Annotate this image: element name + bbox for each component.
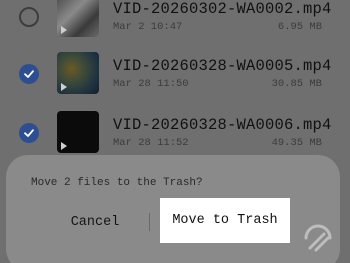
button-divider: [149, 213, 150, 231]
gadgets-logo-icon: [304, 224, 332, 252]
file-date: Mar 28 11:50: [113, 78, 189, 90]
move-to-trash-button[interactable]: Move to Trash: [160, 198, 290, 243]
video-thumbnail: [57, 111, 99, 153]
trash-confirmation-screen: VID-20260302-WA0002.mp4 Mar 2 10:47 6.95…: [0, 0, 350, 263]
file-row[interactable]: VID-20260328-WA0005.mp4 Mar 28 11:50 30.…: [0, 49, 350, 97]
file-size: 49.35 MB: [271, 137, 322, 149]
video-thumbnail: [57, 0, 99, 37]
file-name: VID-20260328-WA0005.mp4: [113, 57, 332, 75]
play-icon: [61, 26, 67, 34]
play-icon: [61, 83, 67, 91]
trash-confirm-dialog: Move 2 files to the Trash? Cancel Move t…: [6, 155, 340, 263]
dialog-message: Move 2 files to the Trash?: [31, 177, 203, 189]
file-size: 6.95 MB: [277, 21, 322, 33]
file-date: Mar 28 11:52: [113, 137, 189, 149]
file-name: VID-20260328-WA0006.mp4: [113, 116, 332, 134]
check-circle-icon[interactable]: [19, 123, 39, 143]
file-row[interactable]: VID-20260328-WA0006.mp4 Mar 28 11:52 49.…: [0, 108, 350, 156]
unchecked-circle-icon[interactable]: [19, 7, 39, 27]
file-date: Mar 2 10:47: [113, 21, 183, 33]
check-circle-icon[interactable]: [19, 64, 39, 84]
cancel-button[interactable]: Cancel: [46, 202, 144, 242]
file-size: 30.85 MB: [271, 78, 322, 90]
video-thumbnail: [57, 52, 99, 94]
file-name: VID-20260302-WA0002.mp4: [113, 0, 332, 18]
file-row[interactable]: VID-20260302-WA0002.mp4 Mar 2 10:47 6.95…: [0, 0, 350, 40]
play-icon: [61, 142, 67, 150]
